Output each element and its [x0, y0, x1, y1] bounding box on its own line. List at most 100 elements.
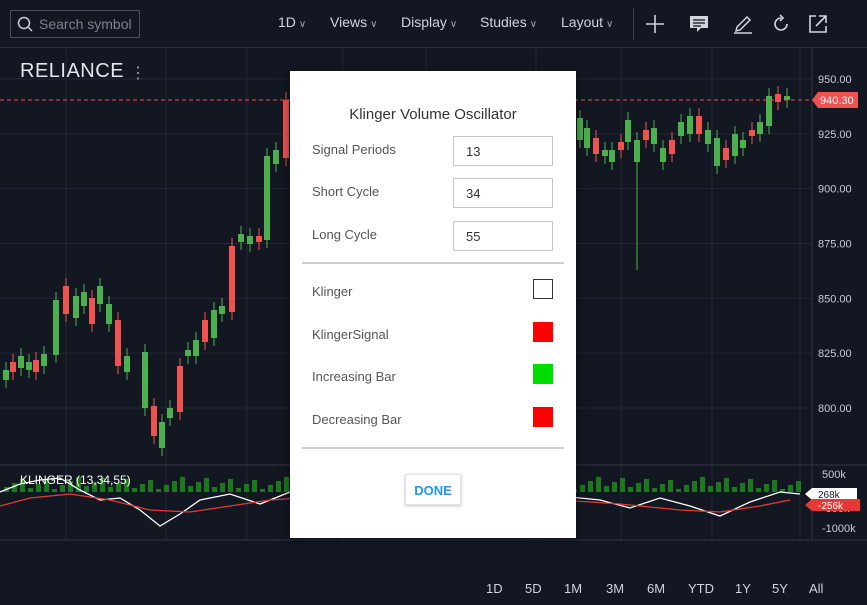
long-cycle-input[interactable]	[453, 221, 553, 251]
candle-body	[159, 422, 165, 448]
candle-body	[73, 296, 79, 318]
long-cycle-label: Long Cycle	[312, 227, 378, 242]
layout-menu[interactable]: Layout ∨	[561, 14, 613, 30]
candle-body	[97, 286, 103, 304]
dialog-divider	[302, 262, 564, 264]
klinger-color-swatch[interactable]	[533, 279, 553, 299]
range-1d[interactable]: 1D	[486, 581, 503, 596]
candle-body	[142, 352, 148, 408]
symbol-name: RELIANCE	[20, 60, 125, 82]
done-button[interactable]: DONE	[405, 474, 461, 505]
indicator-bar	[212, 487, 217, 492]
indicator-axis-label: -1000k	[822, 523, 856, 535]
candle-body	[229, 246, 235, 312]
indicator-bar	[796, 481, 801, 492]
range-1y[interactable]: 1Y	[735, 581, 751, 596]
candle-body	[89, 298, 95, 324]
indicator-bar	[172, 481, 177, 492]
range-1m[interactable]: 1M	[564, 581, 582, 596]
candle-body	[625, 120, 631, 142]
price-axis-label: 925.00	[818, 129, 852, 141]
candle-body	[651, 128, 657, 144]
range-3m[interactable]: 3M	[606, 581, 624, 596]
layout-label: Layout	[561, 14, 604, 30]
symbol-menu-icon[interactable]: ⋮	[130, 63, 146, 83]
range-5d[interactable]: 5D	[525, 581, 542, 596]
plus-icon[interactable]	[643, 12, 667, 36]
pencil-icon[interactable]	[731, 12, 755, 36]
indicator-bar	[188, 486, 193, 492]
top-toolbar: 1D∨ Views∨ Display∨ Studies∨ Layout∨	[0, 0, 867, 48]
increasing-bar-color-swatch[interactable]	[533, 364, 553, 384]
indicator-bar	[740, 483, 745, 492]
indicator-bar	[716, 482, 721, 492]
candle-body	[577, 118, 583, 140]
indicator-bar	[772, 480, 777, 492]
candle-body	[18, 356, 24, 368]
indicator-bar	[708, 486, 713, 492]
indicator-bar	[732, 487, 737, 492]
popout-icon[interactable]	[806, 12, 830, 36]
indicator-bar	[604, 486, 609, 492]
indicator-bar	[28, 488, 33, 492]
candle-body	[273, 150, 279, 164]
range-5y[interactable]: 5Y	[772, 581, 788, 596]
candle-body	[167, 408, 173, 418]
candle-body	[660, 148, 666, 162]
increasing-bar-color-label: Increasing Bar	[312, 369, 396, 384]
studies-label: Studies	[480, 14, 527, 30]
range-6m[interactable]: 6M	[647, 581, 665, 596]
study-settings-dialog: Klinger Volume Oscillator Signal Periods…	[290, 71, 576, 538]
indicator-bar	[132, 488, 137, 492]
indicator-bar	[724, 478, 729, 492]
indicator-bar	[660, 484, 665, 492]
signal-periods-label: Signal Periods	[312, 142, 396, 157]
indicator-bar	[580, 485, 585, 492]
display-menu[interactable]: Display ∨	[401, 14, 457, 30]
indicator-bar	[140, 484, 145, 492]
candle-body	[81, 292, 87, 306]
candle-body	[3, 370, 9, 380]
candle-body	[678, 122, 684, 136]
indicator-bar	[268, 485, 273, 492]
views-menu[interactable]: Views ∨	[330, 14, 377, 30]
search-input[interactable]	[37, 15, 137, 33]
candle-body	[10, 362, 16, 372]
indicator-bar	[244, 484, 249, 492]
candle-body	[609, 150, 615, 162]
candle-body	[757, 122, 763, 134]
indicator-bar	[228, 479, 233, 492]
candle-body	[584, 128, 590, 148]
candle-body	[593, 138, 599, 154]
comment-icon[interactable]	[687, 12, 711, 36]
price-axis-label: 850.00	[818, 293, 852, 305]
indicator-bar	[148, 480, 153, 492]
studies-menu[interactable]: Studies ∨	[480, 14, 537, 30]
indicator-bar	[788, 485, 793, 492]
signal-periods-input[interactable]	[453, 136, 553, 166]
klinger-signal-color-swatch[interactable]	[533, 322, 553, 342]
indicator-bar	[628, 487, 633, 492]
candle-body	[749, 130, 755, 136]
price-axis-label: 950.00	[818, 74, 852, 86]
candle-body	[740, 140, 746, 148]
klinger-color-label: Klinger	[312, 284, 353, 299]
candle-body	[124, 356, 130, 372]
candle-body	[283, 100, 289, 158]
indicator-bar	[220, 483, 225, 492]
range-all[interactable]: All	[809, 581, 823, 596]
price-axis-label: 800.00	[818, 403, 852, 415]
refresh-icon[interactable]	[769, 12, 793, 36]
views-label: Views	[330, 14, 368, 30]
candle-body	[643, 130, 649, 140]
decreasing-bar-color-swatch[interactable]	[533, 407, 553, 427]
candle-body	[602, 150, 608, 156]
chevron-down-icon: ∨	[449, 19, 458, 30]
short-cycle-input[interactable]	[453, 178, 553, 208]
search-box[interactable]	[10, 10, 140, 38]
range-ytd[interactable]: YTD	[688, 581, 714, 596]
indicator-bar	[196, 482, 201, 492]
interval-menu[interactable]: 1D ∨	[278, 14, 306, 30]
indicator-bar	[276, 481, 281, 492]
candle-body	[687, 116, 693, 134]
